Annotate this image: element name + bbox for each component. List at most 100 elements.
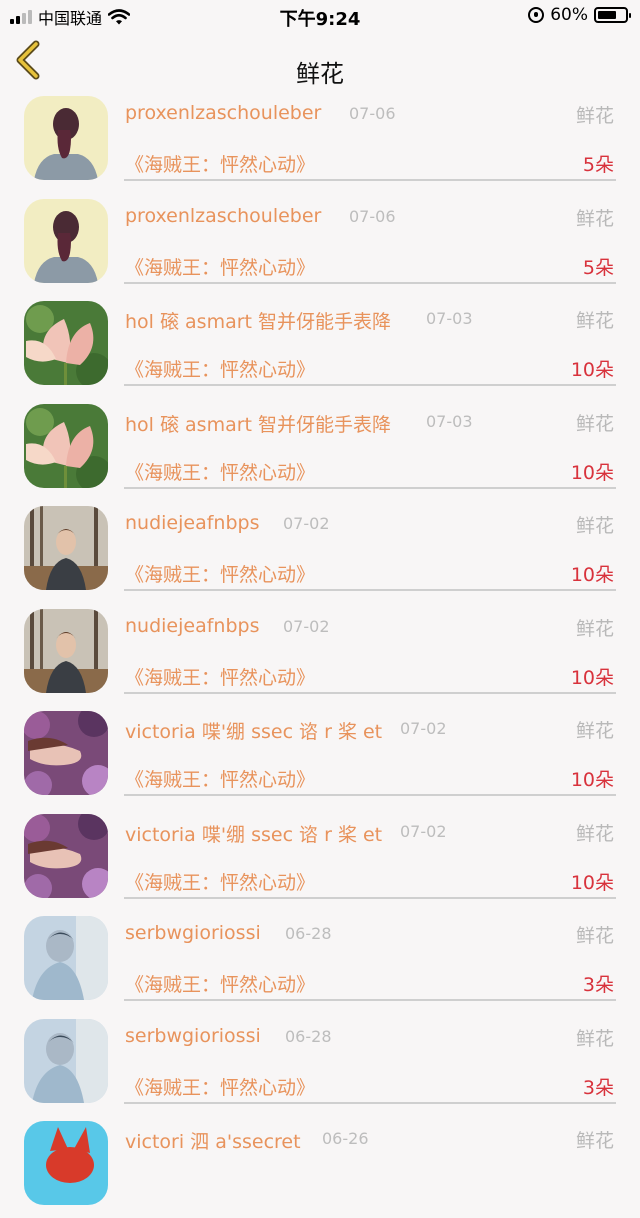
blurred-person-photo (24, 1018, 108, 1103)
book-title[interactable]: 《海贼王：怦然心动》 (125, 663, 315, 690)
gift-type: 鲜花 (575, 207, 614, 230)
divider (124, 896, 616, 899)
gift-type: 鲜花 (575, 1130, 614, 1152)
page-title: 鲜花 (296, 60, 344, 88)
gift-count: 5朵 (582, 256, 614, 279)
battery-percent: 60% (550, 5, 588, 25)
user-name[interactable]: hol 磙 asmart 智并伢能手表降 (125, 307, 391, 334)
avatar (24, 96, 108, 180)
avatar (24, 1121, 108, 1205)
divider (124, 486, 616, 489)
user-name[interactable]: nudiejeafnbps (125, 512, 259, 534)
book-title[interactable]: 《海贼王：怦然心动》 (125, 1073, 315, 1100)
avatar (24, 506, 108, 590)
book-title[interactable]: 《海贼王：怦然心动》 (125, 355, 315, 382)
gift-list: proxenlzaschouleber 07-06 鲜花 《海贼王：怦然心动》 … (0, 90, 640, 1218)
list-item[interactable]: proxenlzaschouleber 07-06 鲜花 《海贼王：怦然心动》 … (0, 193, 640, 296)
gift-type: 鲜花 (575, 925, 614, 947)
gift-count: 10朵 (570, 461, 614, 484)
divider (124, 281, 616, 284)
list-item[interactable]: victoria 喋'绷 ssec 谘 r 桨 et 07-02 鲜花 《海贼王… (0, 808, 640, 911)
nav-bar: 鲜花 (0, 32, 640, 88)
gift-count: 10朵 (570, 359, 614, 381)
avatar (24, 711, 108, 795)
avatar (24, 813, 108, 898)
gift-date: 07-06 (349, 104, 396, 123)
gift-type: 鲜花 (575, 310, 614, 332)
avatar (24, 1018, 108, 1103)
user-name[interactable]: victoria 喋'绷 ssec 谘 r 桨 et (125, 717, 382, 744)
lotus-photo (24, 403, 108, 488)
gift-count: 3朵 (582, 974, 614, 996)
book-title[interactable]: 《海贼王：怦然心动》 (125, 970, 315, 997)
divider (124, 999, 616, 1001)
gift-type: 鲜花 (575, 412, 614, 435)
list-item[interactable]: proxenlzaschouleber 07-06 鲜花 《海贼王：怦然心动》 … (0, 90, 640, 193)
user-name[interactable]: proxenlzaschouleber (125, 205, 321, 227)
divider (124, 794, 616, 796)
gift-type: 鲜花 (575, 515, 614, 537)
gift-type: 鲜花 (575, 720, 614, 742)
woman-back-photo (24, 198, 108, 283)
gift-count: 10朵 (570, 871, 614, 894)
divider (124, 589, 616, 591)
gift-count: 10朵 (570, 666, 614, 689)
gift-type: 鲜花 (575, 822, 614, 845)
gift-date: 06-28 (285, 924, 332, 943)
avatar (24, 301, 108, 385)
divider (124, 691, 616, 694)
list-item[interactable]: serbwgioriossi 06-28 鲜花 《海贼王：怦然心动》 3朵 (0, 910, 640, 1013)
orientation-lock-icon (528, 7, 545, 23)
book-title[interactable]: 《海贼王：怦然心动》 (125, 560, 315, 587)
man-forest-photo (24, 506, 108, 590)
book-title[interactable]: 《海贼王：怦然心动》 (125, 150, 315, 177)
list-item[interactable]: hol 磙 asmart 智并伢能手表降 07-03 鲜花 《海贼王：怦然心动》… (0, 398, 640, 501)
user-name[interactable]: serbwgioriossi (125, 922, 261, 944)
divider (124, 384, 616, 386)
list-item[interactable]: serbwgioriossi 06-28 鲜花 《海贼王：怦然心动》 3朵 (0, 1013, 640, 1116)
gift-date: 07-02 (283, 514, 330, 533)
battery-icon (594, 7, 631, 23)
user-name[interactable]: nudiejeafnbps (125, 615, 259, 637)
book-title[interactable]: 《海贼王：怦然心动》 (125, 458, 315, 485)
woman-flowers-photo (24, 711, 108, 795)
user-name[interactable]: hol 磙 asmart 智并伢能手表降 (125, 410, 391, 437)
gift-date: 07-02 (283, 616, 330, 636)
gift-date: 06-26 (322, 1129, 369, 1148)
gift-count: 3朵 (582, 1076, 614, 1099)
list-item[interactable]: victori 泗 a'ssecret 06-26 鲜花 (0, 1115, 640, 1218)
avatar (24, 198, 108, 283)
list-item[interactable]: nudiejeafnbps 07-02 鲜花 《海贼王：怦然心动》 10朵 (0, 500, 640, 603)
gift-date: 07-02 (400, 821, 447, 841)
gift-count: 10朵 (570, 769, 614, 791)
book-title[interactable]: 《海贼王：怦然心动》 (125, 765, 315, 792)
status-bar: 中国联通 下午9:24 60% (0, 0, 640, 32)
book-title[interactable]: 《海贼王：怦然心动》 (125, 868, 315, 895)
gift-date: 07-02 (400, 719, 447, 738)
status-right: 60% (528, 5, 631, 25)
man-forest-photo (24, 608, 108, 693)
avatar (24, 608, 108, 693)
cartoon-cat-photo (24, 1121, 108, 1205)
gift-type: 鲜花 (575, 1027, 614, 1050)
gift-date: 07-03 (426, 411, 473, 431)
gift-date: 06-28 (285, 1026, 332, 1046)
gift-date: 07-06 (349, 206, 396, 226)
avatar (24, 403, 108, 488)
lotus-photo (24, 301, 108, 385)
book-title[interactable]: 《海贼王：怦然心动》 (125, 253, 315, 280)
gift-type: 鲜花 (575, 105, 614, 127)
list-item[interactable]: nudiejeafnbps 07-02 鲜花 《海贼王：怦然心动》 10朵 (0, 603, 640, 706)
user-name[interactable]: serbwgioriossi (125, 1025, 261, 1047)
list-item[interactable]: hol 磙 asmart 智并伢能手表降 07-03 鲜花 《海贼王：怦然心动》… (0, 295, 640, 398)
blurred-person-photo (24, 916, 108, 1000)
avatar (24, 916, 108, 1000)
user-name[interactable]: victori 泗 a'ssecret (125, 1127, 301, 1154)
list-item[interactable]: victoria 喋'绷 ssec 谘 r 桨 et 07-02 鲜花 《海贼王… (0, 705, 640, 808)
gift-date: 07-03 (426, 309, 473, 328)
gift-count: 5朵 (582, 154, 614, 176)
user-name[interactable]: proxenlzaschouleber (125, 102, 321, 124)
divider (124, 1101, 616, 1104)
gift-type: 鲜花 (575, 617, 614, 640)
user-name[interactable]: victoria 喋'绷 ssec 谘 r 桨 et (125, 820, 382, 847)
